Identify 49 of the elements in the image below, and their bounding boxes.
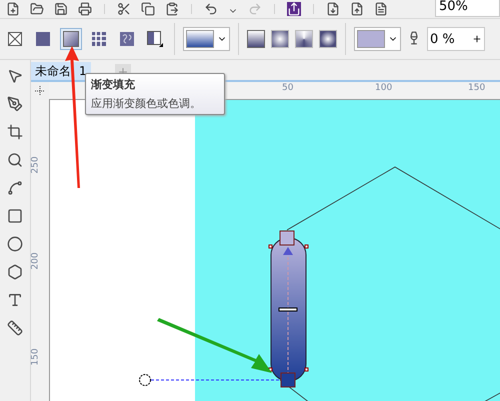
ruler-label: 50 (282, 83, 294, 93)
new-document-icon[interactable] (6, 2, 20, 16)
copy-icon[interactable] (141, 2, 155, 16)
save-icon[interactable] (54, 2, 68, 16)
import-icon[interactable] (326, 2, 340, 16)
ruler-label: 200 (30, 252, 41, 270)
search-icon[interactable] (7, 152, 23, 168)
square-icon[interactable] (7, 208, 23, 224)
paste-icon[interactable] (165, 2, 179, 16)
document-tab[interactable]: 未命名 1 (31, 62, 91, 80)
texture-fill-icon (120, 32, 134, 46)
text-icon[interactable] (7, 292, 23, 308)
hexagon-icon[interactable] (7, 264, 23, 280)
linear-gradient-button[interactable] (247, 30, 265, 48)
pen-icon[interactable] (7, 96, 23, 112)
zoom-field[interactable]: 50% (435, 0, 500, 17)
fill-type-button[interactable] (144, 28, 166, 50)
fill-type-button[interactable] (60, 28, 82, 50)
tooltip-description: 应用渐变颜色或色调。 (91, 96, 202, 111)
scissors-icon[interactable] (117, 2, 131, 16)
ruler-label: 100 (375, 83, 392, 93)
color-picker[interactable] (354, 27, 401, 51)
ruler-label: 150 (30, 348, 41, 366)
uniform-fill-icon (36, 32, 50, 46)
pdf-icon[interactable] (374, 2, 388, 16)
transparency-field[interactable]: 0 % (427, 27, 485, 51)
plus-icon[interactable] (472, 34, 482, 44)
gradient-fill-icon (63, 31, 79, 47)
ruler-label: 250 (30, 156, 41, 174)
radial-gradient-button[interactable] (271, 30, 289, 48)
postscript-fill-icon (147, 31, 163, 47)
ruler-icon[interactable] (7, 320, 23, 336)
gradient-picker[interactable] (183, 27, 230, 51)
printer-icon[interactable] (78, 2, 92, 16)
curve-icon[interactable] (7, 180, 23, 196)
circle-icon[interactable] (7, 236, 23, 252)
selection-handles[interactable] (268, 244, 308, 372)
square-gradient-button[interactable] (319, 30, 337, 48)
no-fill-icon (8, 32, 22, 46)
export-icon[interactable] (350, 2, 364, 16)
tooltip-title: 渐变填充 (91, 77, 136, 92)
pattern-fill-icon (92, 32, 106, 46)
gradient-handle[interactable] (278, 230, 298, 388)
ruler-label: 150 (468, 83, 486, 93)
undo-icon[interactable] (204, 2, 218, 16)
pointer-icon[interactable] (7, 68, 23, 84)
conical-gradient-button[interactable] (295, 30, 313, 48)
open-folder-icon[interactable] (30, 2, 44, 16)
crop-icon[interactable] (7, 124, 23, 140)
